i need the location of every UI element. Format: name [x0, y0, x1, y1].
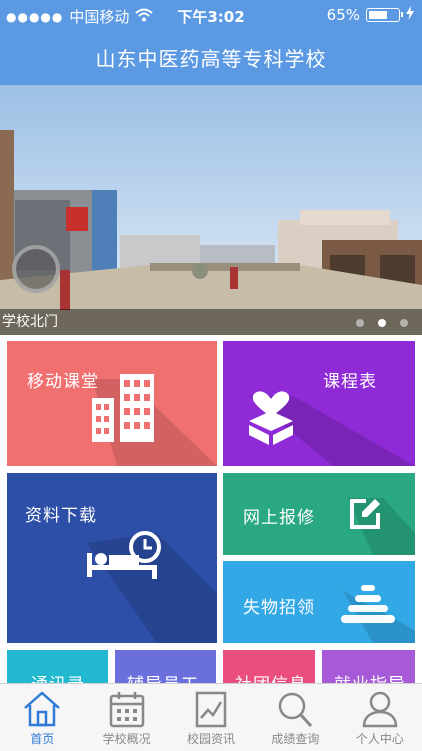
tile-label: 资料下载: [25, 506, 97, 526]
edit-icon: [350, 499, 380, 529]
tile-timetable[interactable]: 课程表: [223, 341, 415, 466]
tile-downloads[interactable]: 资料下载: [7, 473, 217, 643]
carousel-dot-active[interactable]: [378, 319, 386, 327]
heart-box-icon: [249, 391, 293, 445]
campus-gate-photo: [0, 85, 422, 335]
assistive-touch-button[interactable]: [12, 245, 60, 293]
tile-label: 失物招领: [243, 598, 315, 618]
stack-icon: [341, 585, 395, 623]
tile-lost-found[interactable]: 失物招领: [223, 561, 415, 643]
tile-label: 移动课堂: [27, 372, 99, 392]
tile-label: 网上报修: [243, 508, 315, 528]
carousel-dot[interactable]: [356, 319, 364, 327]
status-right: 65%: [327, 6, 414, 24]
carousel-dot[interactable]: [400, 319, 408, 327]
tile-mobile-classroom[interactable]: 移动课堂: [7, 341, 217, 466]
tab-grades[interactable]: 成绩查询: [253, 684, 337, 751]
carousel-dots: [356, 319, 408, 327]
page-title: 山东中医药高等专科学校: [95, 47, 327, 71]
home-icon: [24, 691, 61, 727]
tab-label: 校园资讯: [187, 732, 236, 746]
tab-bar: 首页 学校概况 校园资讯 成绩查询 个人中心: [0, 683, 422, 751]
search-icon: [279, 692, 313, 728]
nav-bar: 山东中医药高等专科学校: [0, 30, 422, 85]
calendar-icon: [109, 692, 144, 728]
chart-icon: [195, 691, 227, 728]
tab-profile[interactable]: 个人中心: [338, 684, 422, 751]
tile-label: 课程表: [323, 372, 377, 392]
tab-label: 首页: [30, 732, 55, 746]
banner-carousel[interactable]: 学校北门: [0, 85, 422, 335]
tab-home[interactable]: 首页: [0, 684, 84, 751]
bed-clock-icon: [87, 531, 161, 579]
tab-label: 成绩查询: [271, 732, 320, 746]
tile-repair[interactable]: 网上报修: [223, 473, 415, 555]
status-bar: ●●●●● 中国移动 下午3:02 65%: [0, 0, 422, 30]
battery-percent: 65%: [326, 6, 360, 24]
battery-icon: [366, 8, 403, 22]
tab-label: 学校概况: [102, 732, 151, 746]
tab-label: 个人中心: [355, 732, 404, 746]
building-icon: [92, 374, 154, 442]
user-icon: [362, 691, 398, 728]
tab-campus-news[interactable]: 校园资讯: [169, 684, 253, 751]
charging-icon: [406, 6, 414, 24]
tab-school-overview[interactable]: 学校概况: [84, 684, 168, 751]
